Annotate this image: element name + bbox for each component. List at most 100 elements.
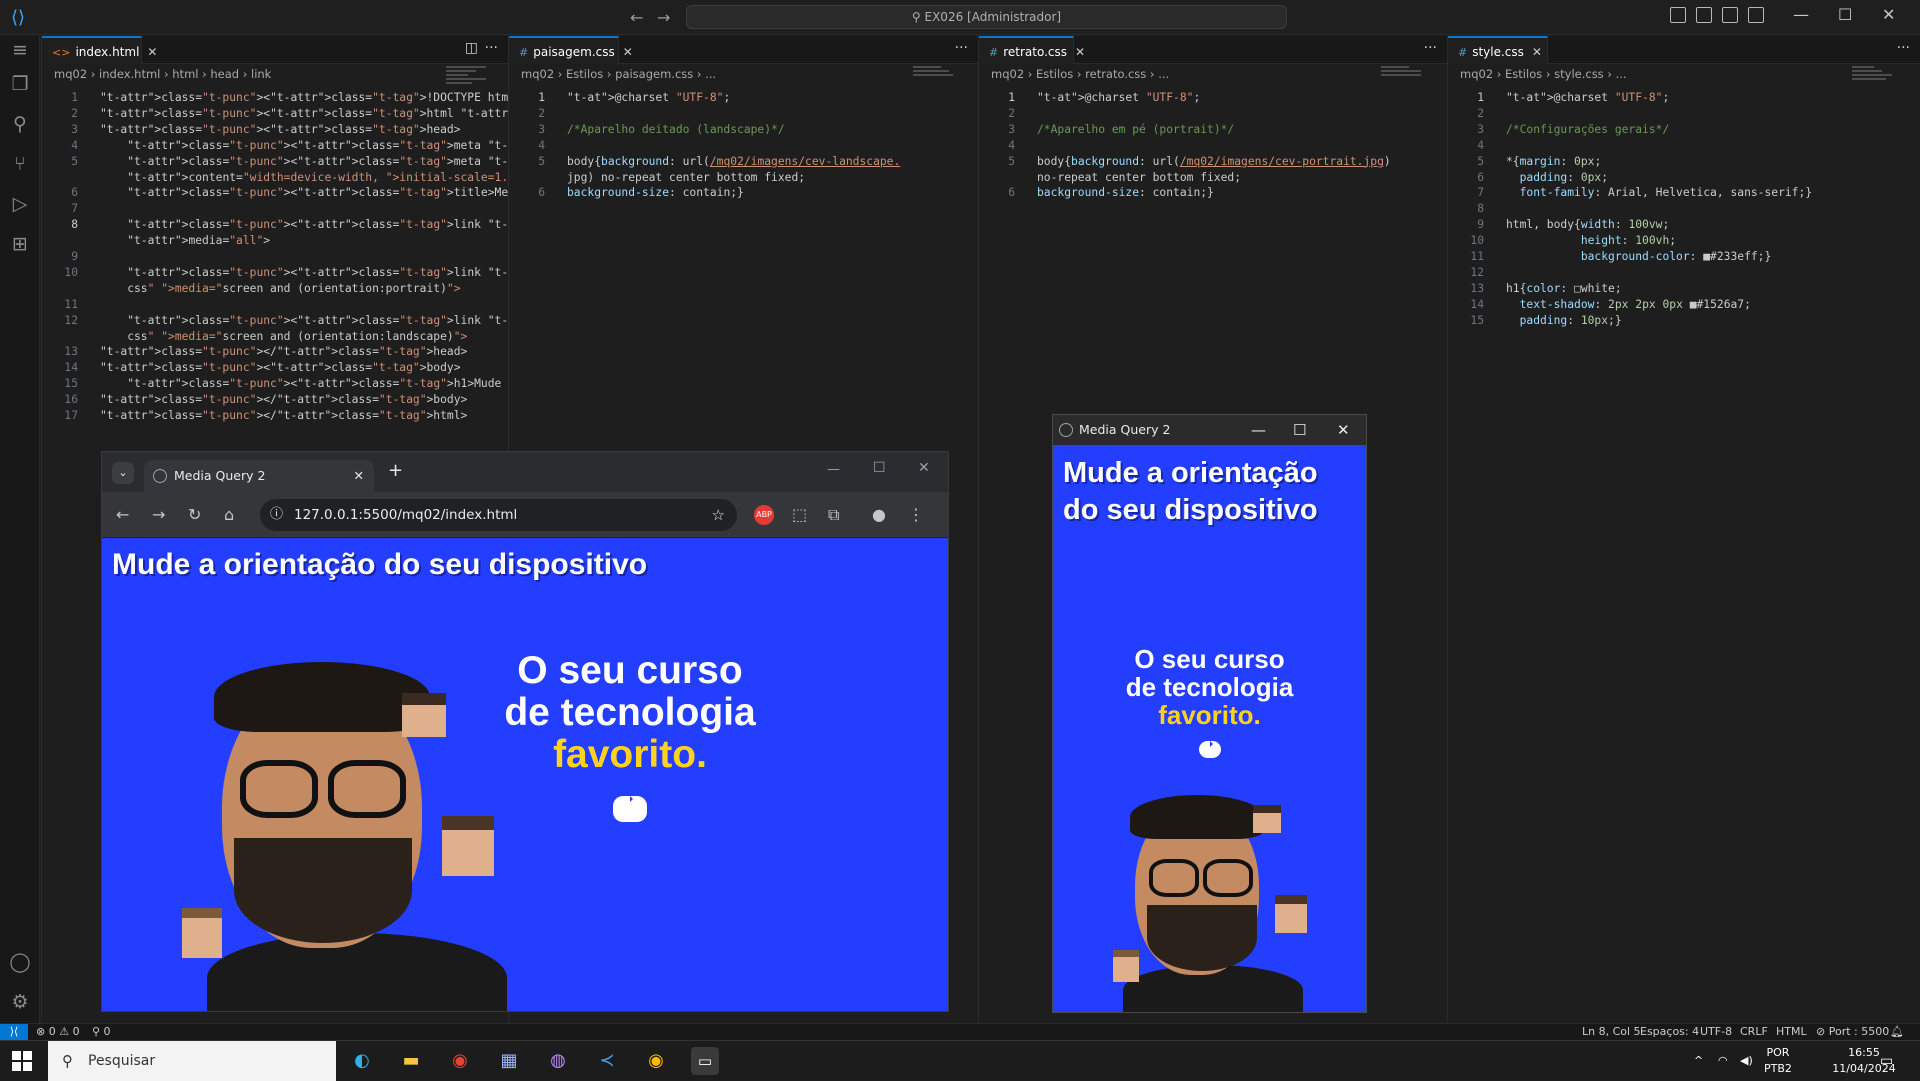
language-indicator[interactable]: POR PTB2 xyxy=(1764,1045,1792,1077)
code-line[interactable]: "t-attr">class="t-punc"><"t-attr">class=… xyxy=(100,360,461,376)
tab-search-icon[interactable]: ⌄ xyxy=(112,462,134,484)
back-arrow-icon[interactable]: ← xyxy=(630,8,643,27)
code-line[interactable]: "t-attr">media="all"> xyxy=(100,233,270,249)
close-icon[interactable]: ✕ xyxy=(1337,415,1350,445)
split-editor-icon[interactable]: ◫ xyxy=(465,40,478,56)
code-editor[interactable]: 1 "t-at">@charset "UTF-8"; 2 3 /*Aparelho em… xyxy=(979,84,1447,207)
maximize-icon[interactable]: ☐ xyxy=(1838,5,1852,24)
github-icon[interactable]: ◍ xyxy=(544,1047,572,1075)
code-line[interactable]: no-repeat center bottom fixed; xyxy=(1037,170,1241,186)
more-actions-icon[interactable]: ··· xyxy=(955,40,968,56)
source-control-icon[interactable]: ⑂ xyxy=(8,152,32,176)
code-line[interactable]: "t-at">@charset "UTF-8"; xyxy=(1037,90,1200,106)
code-line[interactable]: font-family: Arial, Helvetica, sans-seri… xyxy=(1506,185,1812,201)
back-icon[interactable]: ← xyxy=(116,505,129,524)
code-line[interactable]: "t-attr">class="t-punc"><"t-attr">class=… xyxy=(100,376,508,392)
network-icon[interactable]: ◠ xyxy=(1718,1053,1728,1069)
code-line[interactable]: /*Aparelho em pé (portrait)*/ xyxy=(1037,122,1234,138)
browser-tab[interactable]: Media Query 2 ✕ xyxy=(144,460,374,492)
minimap[interactable] xyxy=(1381,64,1421,104)
code-line[interactable]: *{margin: 0px; xyxy=(1506,154,1601,170)
code-line[interactable]: "t-attr">class="t-punc"><"t-attr">class=… xyxy=(100,265,508,281)
close-tab-icon[interactable]: ✕ xyxy=(354,460,364,492)
vscode-taskbar-icon[interactable]: ≺ xyxy=(593,1047,621,1075)
more-actions-icon[interactable]: ··· xyxy=(1897,40,1910,56)
ports-indicator[interactable]: ⚲ 0 xyxy=(92,1025,111,1038)
code-line[interactable]: /*Aparelho deitado (landscape)*/ xyxy=(567,122,785,138)
close-icon[interactable]: ✕ xyxy=(918,460,930,476)
line-ending[interactable]: CRLF xyxy=(1740,1025,1768,1038)
edge-icon[interactable]: ◐ xyxy=(348,1047,376,1075)
toggle-sidebar-icon[interactable] xyxy=(1670,7,1686,23)
chrome-taskbar-icon[interactable]: ◉ xyxy=(642,1047,670,1075)
tab-index-html[interactable]: <> index.html ✕ xyxy=(42,36,157,64)
reload-icon[interactable]: ↻ xyxy=(188,505,201,524)
code-line[interactable]: css" ">media="screen and (orientation:la… xyxy=(100,329,467,345)
code-line[interactable]: html, body{width: 100vw; xyxy=(1506,217,1669,233)
more-actions-icon[interactable]: ··· xyxy=(1424,40,1437,56)
profile-icon[interactable]: ● xyxy=(872,505,886,524)
code-line[interactable]: height: 100vh; xyxy=(1506,233,1676,249)
code-line[interactable]: jpg) no-repeat center bottom fixed; xyxy=(567,170,805,186)
minimap[interactable] xyxy=(1852,64,1892,104)
site-info-icon[interactable]: ⓘ xyxy=(270,499,283,531)
code-line[interactable]: "t-at">@charset "UTF-8"; xyxy=(567,90,730,106)
code-line[interactable]: "t-attr">class="t-punc"><"t-attr">class=… xyxy=(100,185,508,201)
taskbar-search[interactable]: ⚲ Pesquisar xyxy=(48,1041,336,1081)
code-line[interactable]: "t-attr">class="t-punc"><"t-attr">class=… xyxy=(100,154,508,170)
close-tab-icon[interactable]: ✕ xyxy=(1075,45,1085,59)
problems-indicator[interactable]: ⊗ 0 ⚠ 0 xyxy=(36,1025,80,1038)
indentation[interactable]: Espaços: 4 xyxy=(1640,1025,1699,1038)
code-line[interactable]: "t-at">@charset "UTF-8"; xyxy=(1506,90,1669,106)
explorer-icon[interactable]: ❐ xyxy=(8,72,32,96)
code-line[interactable]: padding: 10px;} xyxy=(1506,313,1622,329)
forward-icon[interactable]: → xyxy=(152,505,165,524)
volume-icon[interactable]: ◀) xyxy=(1740,1053,1753,1069)
run-debug-icon[interactable]: ▷ xyxy=(8,192,32,216)
code-line[interactable]: text-shadow: 2px 2px 0px ■#1526a7; xyxy=(1506,297,1751,313)
maximize-icon[interactable]: ☐ xyxy=(1293,415,1306,445)
tab-paisagem-css[interactable]: # paisagem.css ✕ xyxy=(509,36,633,64)
breadcrumb[interactable]: mq02 › index.html › html › head › link xyxy=(42,64,508,84)
toggle-panel-icon[interactable] xyxy=(1696,7,1712,23)
screenshot-extension-icon[interactable]: ⬚ xyxy=(792,505,807,524)
code-editor[interactable]: 1 "t-at">@charset "UTF-8"; 2 3 /*Configuraçõ… xyxy=(1448,84,1920,335)
extensions-icon[interactable]: ⊞ xyxy=(8,232,32,256)
search-icon[interactable]: ⚲ xyxy=(8,112,32,136)
bell-icon[interactable]: 🔔︎ xyxy=(1890,1025,1904,1038)
code-line[interactable]: background-size: contain;} xyxy=(1037,185,1214,201)
close-tab-icon[interactable]: ✕ xyxy=(623,45,633,59)
code-line[interactable]: "t-attr">class="t-punc"><"t-attr">class=… xyxy=(100,122,461,138)
notifications-icon[interactable]: ▭ xyxy=(1880,1053,1893,1069)
code-line[interactable]: body{background: url(/mq02/imagens/cev-l… xyxy=(567,154,900,170)
code-line[interactable]: background-size: contain;} xyxy=(567,185,744,201)
maximize-icon[interactable]: ☐ xyxy=(873,460,886,476)
code-line[interactable]: background-color: ■#233eff;} xyxy=(1506,249,1771,265)
remote-indicator-icon[interactable]: ⟩⟨ xyxy=(0,1024,28,1041)
minimize-icon[interactable]: — xyxy=(827,462,840,477)
menu-icon[interactable]: ≡ xyxy=(8,38,32,62)
address-bar[interactable]: ⓘ 127.0.0.1:5500/mq02/index.html ☆ xyxy=(260,499,737,531)
bookmark-star-icon[interactable]: ☆ xyxy=(712,499,725,531)
code-editor[interactable]: 1 "t-attr">class="t-punc"><"t-attr">class… xyxy=(42,84,508,430)
code-line[interactable]: "t-attr">content="width=device-width, ">… xyxy=(100,170,508,186)
minimap[interactable] xyxy=(913,64,953,104)
vscode-logo-icon[interactable]: ⟨⟩ xyxy=(8,8,28,28)
show-hidden-icons-icon[interactable]: ^ xyxy=(1694,1053,1703,1069)
language-mode[interactable]: HTML xyxy=(1776,1025,1807,1038)
code-line[interactable]: "t-attr">class="t-punc"><"t-attr">class=… xyxy=(100,138,508,154)
code-line[interactable]: "t-attr">class="t-punc"><"t-attr">class=… xyxy=(100,106,508,122)
more-actions-icon[interactable]: ··· xyxy=(485,40,498,56)
code-line[interactable]: h1{color: □white; xyxy=(1506,281,1622,297)
tab-retrato-css[interactable]: # retrato.css ✕ xyxy=(979,36,1085,64)
chrome-menu-icon[interactable]: ⋮ xyxy=(908,505,924,524)
code-line[interactable]: "t-attr">class="t-punc"></"t-attr">class… xyxy=(100,392,467,408)
calculator-icon[interactable]: ▦ xyxy=(495,1047,523,1075)
close-tab-icon[interactable]: ✕ xyxy=(1532,45,1542,59)
port-indicator[interactable]: ⊘ Port : 5500 xyxy=(1816,1025,1889,1038)
minimize-icon[interactable]: — xyxy=(1251,415,1266,445)
minimap[interactable] xyxy=(446,64,486,104)
tab-style-css[interactable]: # style.css ✕ xyxy=(1448,36,1548,64)
code-line[interactable]: "t-attr">class="t-punc"></"t-attr">class… xyxy=(100,344,467,360)
minimize-icon[interactable]: — xyxy=(1793,5,1809,24)
